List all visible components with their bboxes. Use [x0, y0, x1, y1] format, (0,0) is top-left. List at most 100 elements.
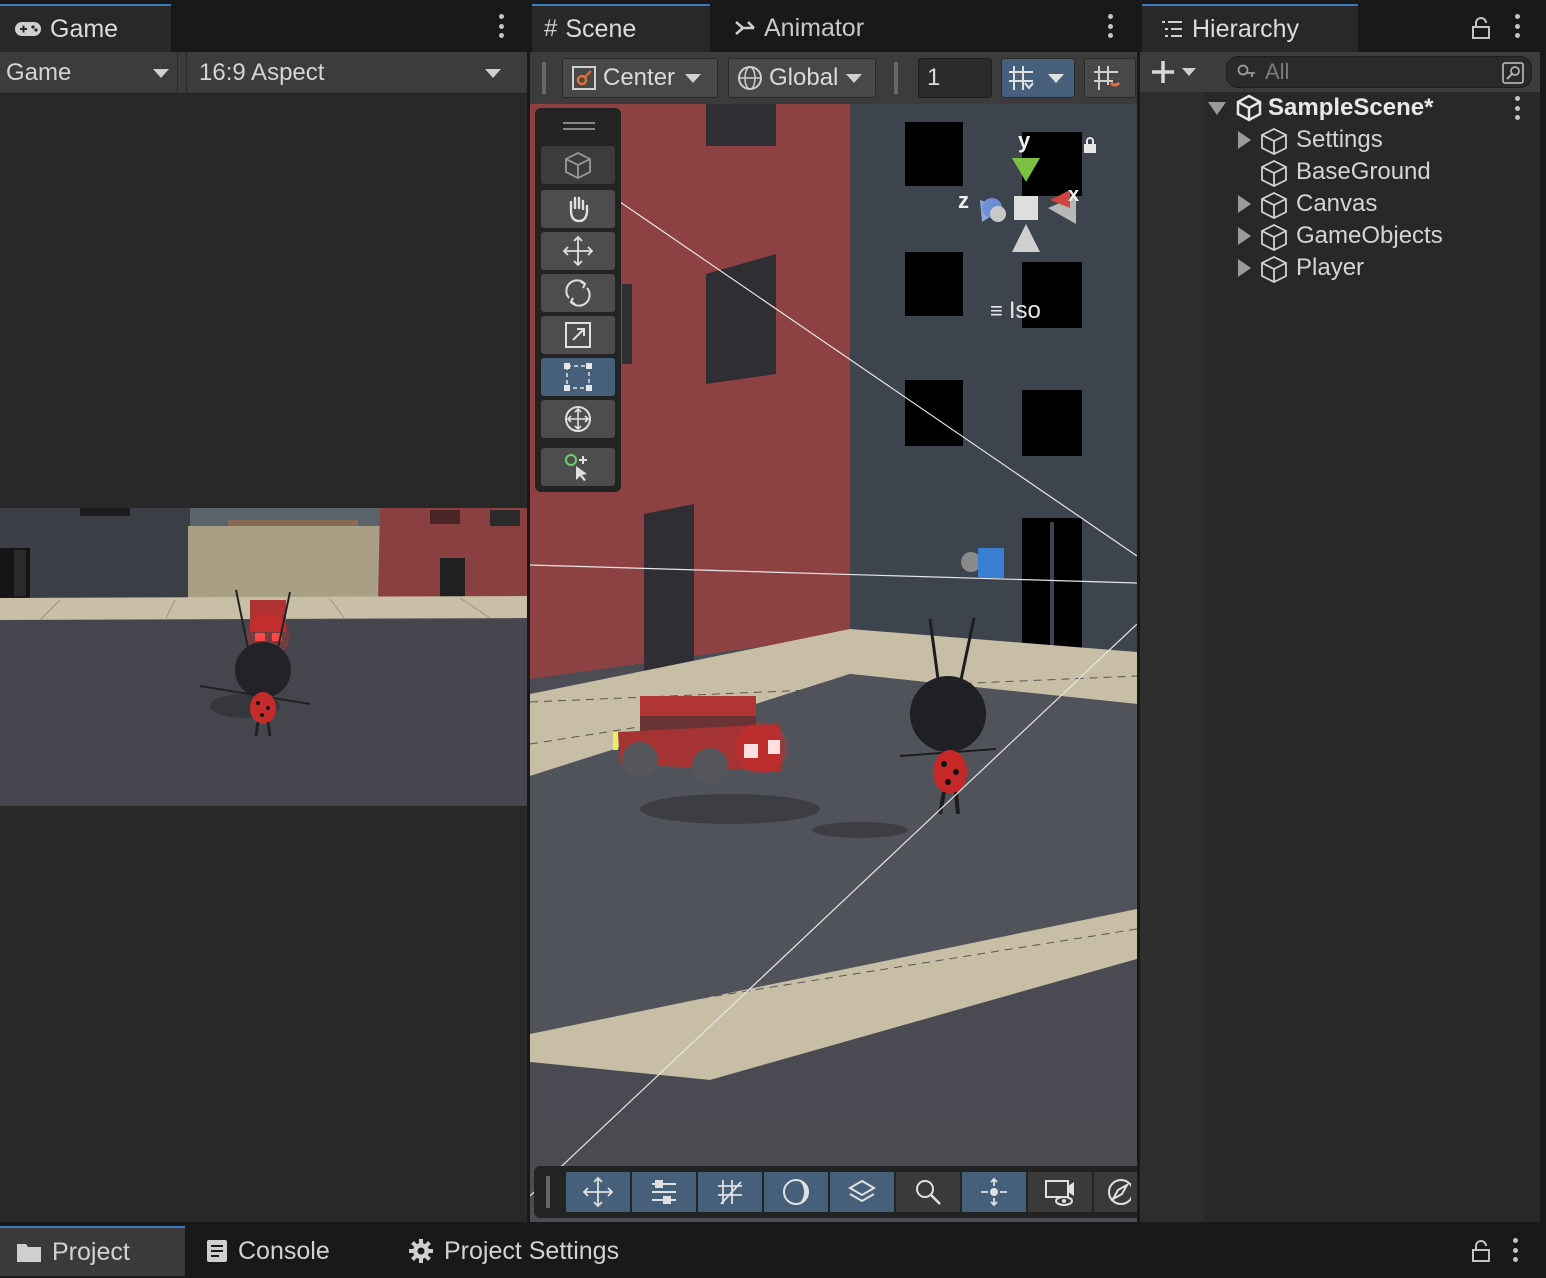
transform-tool-button[interactable]: [541, 400, 615, 438]
search-overlay-button[interactable]: [896, 1172, 960, 1212]
tab-game[interactable]: Game: [0, 4, 171, 52]
expand-arrow-icon[interactable]: [1238, 259, 1251, 277]
orbit-overlay-button[interactable]: [962, 1172, 1026, 1212]
tab-project[interactable]: Project: [0, 1226, 185, 1276]
gameobject-cube-icon: [1261, 127, 1287, 155]
pivot-dropdown[interactable]: Center: [562, 58, 718, 98]
layers-overlay-button[interactable]: [830, 1172, 894, 1212]
move-tool-button[interactable]: [541, 232, 615, 270]
search-scope-icon[interactable]: [1501, 61, 1525, 85]
hierarchy-item-label: GameObjects: [1296, 222, 1443, 249]
chevron-down-icon: [485, 69, 501, 78]
scene-render-image: [530, 104, 1137, 1222]
magnet-grid-icon: [1094, 66, 1121, 90]
game-tabbar: Game: [0, 0, 527, 52]
move-overlay-button[interactable]: [566, 1172, 630, 1212]
search-icon: [1237, 64, 1255, 77]
increment-snap-button[interactable]: [1084, 58, 1136, 98]
game-menu-button[interactable]: [498, 14, 504, 38]
game-scene-image: [0, 508, 527, 806]
overlay-grip[interactable]: [546, 1176, 550, 1208]
custom-tool-button[interactable]: [541, 448, 615, 486]
expand-arrow-icon[interactable]: [1238, 131, 1251, 149]
compass-icon: [1107, 1179, 1131, 1205]
chevron-down-icon: [685, 73, 702, 83]
gizmo-lock-icon[interactable]: [1082, 136, 1098, 154]
space-dropdown[interactable]: Global: [728, 58, 876, 98]
expand-arrow-icon[interactable]: [1238, 227, 1251, 245]
display-dropdown[interactable]: Game: [0, 52, 178, 94]
grid-snap-toggle[interactable]: [1001, 58, 1075, 98]
hierarchy-search-input[interactable]: All: [1226, 56, 1532, 88]
tab-scene[interactable]: # Scene: [532, 4, 710, 52]
compass-overlay-button[interactable]: [1094, 1172, 1137, 1212]
plus-icon: [1152, 61, 1174, 83]
expand-arrow-icon[interactable]: [1208, 102, 1226, 115]
space-dropdown-value: Global: [769, 64, 839, 91]
console-icon: [207, 1240, 227, 1262]
scene-viewport[interactable]: y x z ≡ Iso: [530, 104, 1137, 1222]
rotate-tool-button[interactable]: [541, 274, 615, 312]
chevron-down-icon: [153, 69, 169, 78]
view-tool-button[interactable]: [541, 146, 615, 184]
scene-toolbar: Center Global 1: [530, 52, 1137, 104]
unity-scene-icon: [1236, 94, 1262, 122]
gizmo-y-label: y: [1018, 128, 1031, 153]
camera-overlay-button[interactable]: [1028, 1172, 1092, 1212]
tab-project-settings-label: Project Settings: [444, 1236, 620, 1265]
bottom-panel-menu-button[interactable]: [1512, 1238, 1518, 1262]
aspect-dropdown-value: 16:9 Aspect: [199, 59, 325, 86]
shading-overlay-button[interactable]: [764, 1172, 828, 1212]
tool-settings-overlay-button[interactable]: [632, 1172, 696, 1212]
gear-icon: [409, 1239, 433, 1263]
scene-root-menu-button[interactable]: [1514, 96, 1520, 120]
scene-root-row[interactable]: SampleScene*: [1140, 92, 1540, 124]
camera-eye-icon: [1045, 1180, 1074, 1206]
hierarchy-toolbar: All: [1140, 52, 1540, 92]
overlay-grip[interactable]: [563, 122, 595, 130]
hierarchy-item-gameobjects[interactable]: GameObjects: [1140, 220, 1540, 252]
lock-icon[interactable]: [1472, 1240, 1490, 1262]
grid-hash-icon: #: [544, 15, 558, 42]
tab-project-settings[interactable]: Project Settings: [392, 1226, 652, 1276]
toolbar-grip[interactable]: [542, 62, 546, 94]
snap-increment-field[interactable]: 1: [918, 58, 992, 98]
lock-icon[interactable]: [1472, 17, 1490, 39]
orbit-arrows-icon: [981, 1177, 1007, 1207]
tab-hierarchy[interactable]: Hierarchy: [1142, 4, 1358, 52]
hierarchy-item-player[interactable]: Player: [1140, 252, 1540, 284]
tab-animator-label: Animator: [764, 13, 865, 42]
search-icon: [916, 1180, 941, 1205]
expand-arrow-icon[interactable]: [1238, 195, 1251, 213]
create-dropdown[interactable]: [1150, 56, 1206, 88]
hierarchy-tree: SampleScene* Settings BaseGround Canvas …: [1140, 92, 1540, 1222]
aspect-dropdown[interactable]: 16:9 Aspect: [186, 52, 510, 94]
scale-icon: [565, 322, 591, 348]
rect-tool-button[interactable]: [541, 358, 615, 396]
grid-snap-icon: [1009, 66, 1034, 90]
folder-icon: [17, 1244, 41, 1262]
grid-snap-icon: [718, 1180, 742, 1205]
move-arrows-icon: [562, 235, 594, 267]
hierarchy-item-canvas[interactable]: Canvas: [1140, 188, 1540, 220]
projection-toggle[interactable]: ≡ Iso: [990, 297, 1041, 325]
hierarchy-menu-button[interactable]: [1514, 14, 1520, 38]
globe-icon: [738, 66, 762, 90]
hierarchy-item-settings[interactable]: Settings: [1140, 124, 1540, 156]
hierarchy-item-baseground[interactable]: BaseGround: [1140, 156, 1540, 188]
scene-menu-button[interactable]: [1107, 14, 1113, 38]
hierarchy-tabbar: Hierarchy: [1140, 0, 1540, 52]
tab-console-label: Console: [238, 1236, 330, 1265]
transform-icon: [565, 406, 591, 432]
tab-animator[interactable]: Animator: [722, 4, 902, 52]
grid-snap-overlay-button[interactable]: [698, 1172, 762, 1212]
hand-tool-button[interactable]: [541, 190, 615, 228]
chevron-down-icon: [1182, 68, 1196, 76]
scale-tool-button[interactable]: [541, 316, 615, 354]
hierarchy-item-label: BaseGround: [1296, 158, 1431, 185]
tab-console[interactable]: Console: [190, 1226, 370, 1276]
game-view-render[interactable]: [0, 508, 527, 806]
scene-overlays-toolbar: [534, 1166, 1137, 1218]
gamepad-icon: [15, 22, 41, 36]
tab-hierarchy-label: Hierarchy: [1192, 14, 1299, 43]
